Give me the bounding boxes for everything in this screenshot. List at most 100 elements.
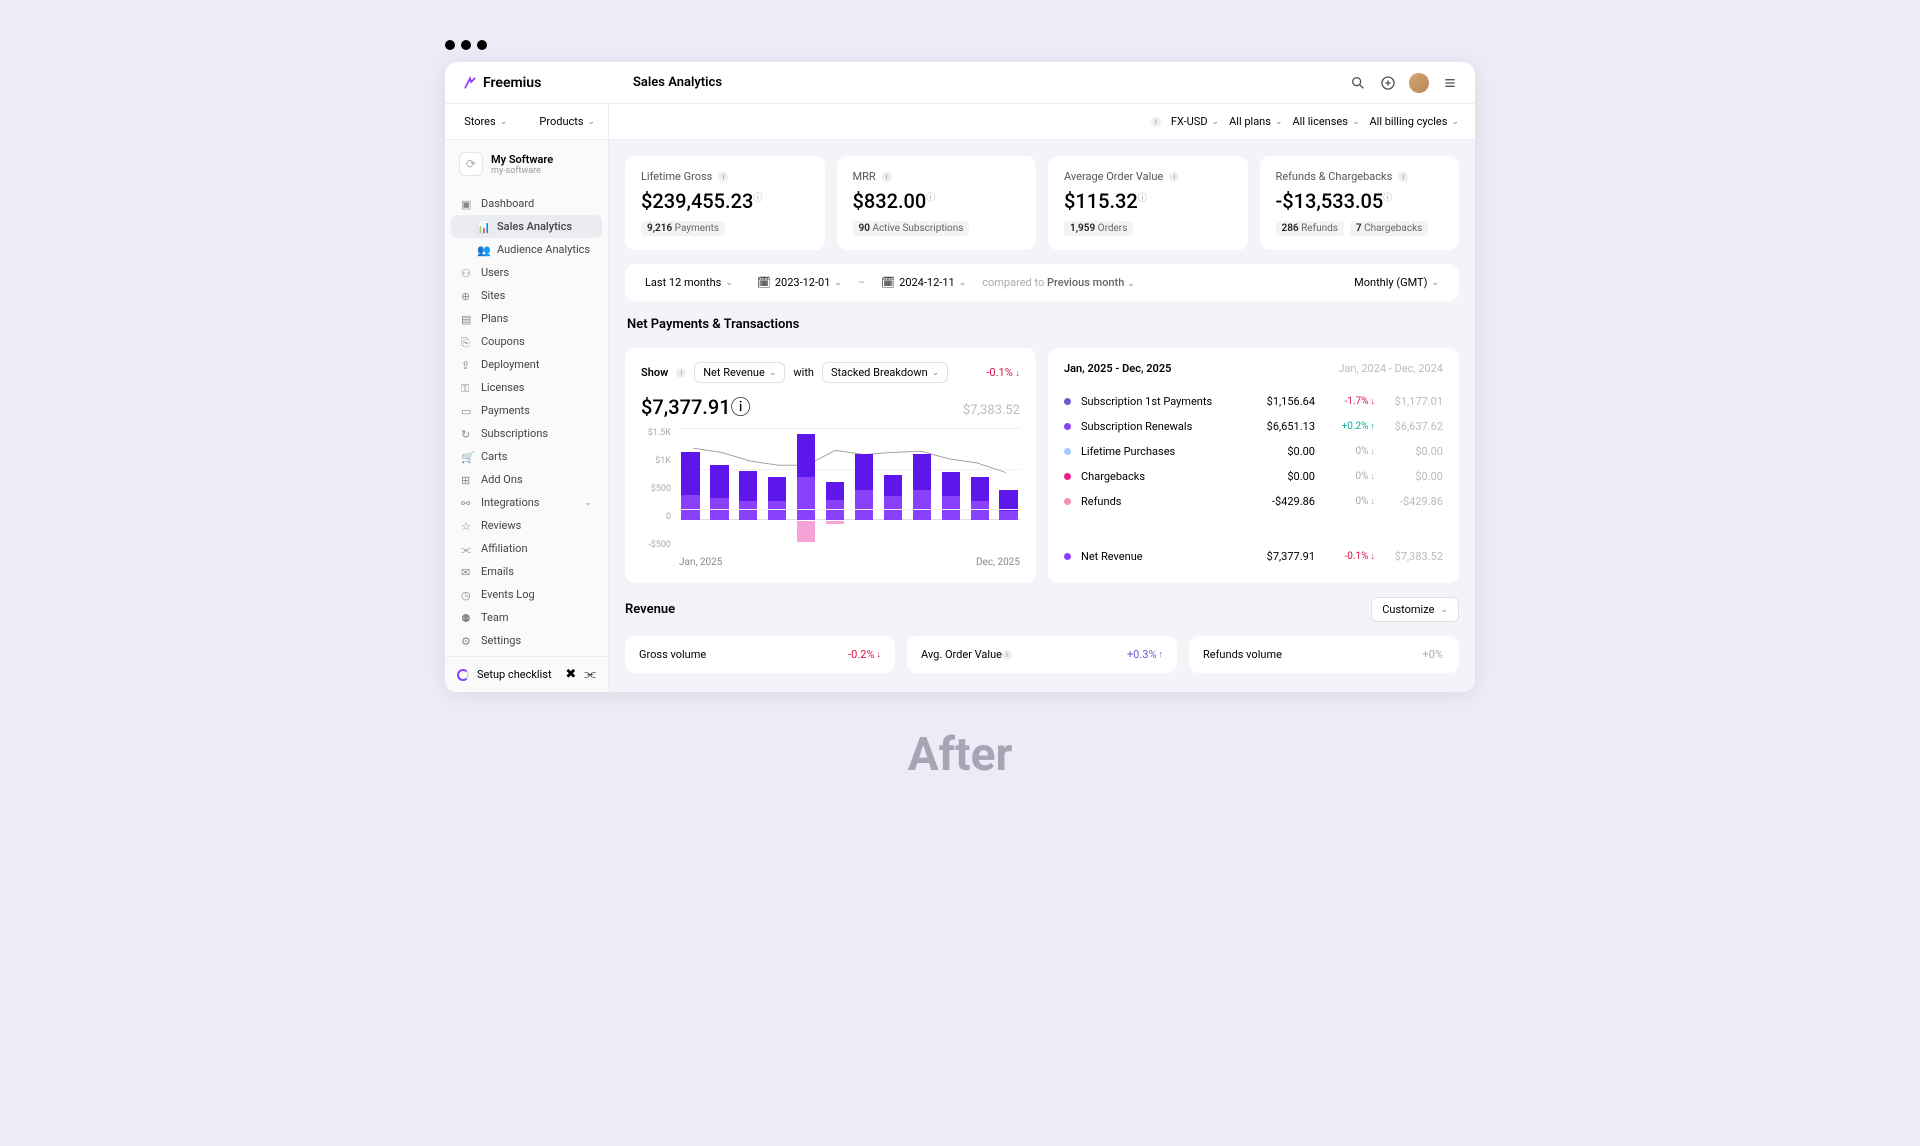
date-from[interactable]: 🗓2023-12-01⌄ xyxy=(749,272,850,293)
sidebar-item-settings[interactable]: ⚙Settings xyxy=(451,629,602,652)
breakdown-dropdown[interactable]: Stacked Breakdown⌄ xyxy=(822,362,948,383)
legend-pct: 0% ↓ xyxy=(1325,471,1375,482)
bar-slot xyxy=(708,429,731,550)
sidebar-item-payments[interactable]: ▭Payments xyxy=(451,399,602,422)
sidebar-item-deployment[interactable]: ⇪Deployment xyxy=(451,353,602,376)
granularity-dropdown[interactable]: Monthly (GMT)⌄ xyxy=(1346,272,1447,293)
legend-dot xyxy=(1064,448,1071,455)
legend-dot xyxy=(1064,498,1071,505)
chart-card-main: Show i Net Revenue⌄ with Stacked Breakdo… xyxy=(625,348,1036,583)
metric-dropdown[interactable]: Net Revenue⌄ xyxy=(694,362,785,383)
avatar[interactable] xyxy=(1409,73,1429,93)
revenue-card-delta: -0.2% ↓ xyxy=(848,648,881,661)
sidebar-item-licenses[interactable]: ⚿Licenses xyxy=(451,376,602,399)
revenue-card: Refunds volume+0% xyxy=(1189,636,1459,673)
revenue-title: Revenue xyxy=(625,602,675,617)
revenue-card: Avg. Order Value i +0.3% ↑ xyxy=(907,636,1177,673)
revenue-card-label: Avg. Order Value xyxy=(921,648,1002,661)
sidebar-item-add-ons[interactable]: ⊞Add Ons xyxy=(451,468,602,491)
software-selector[interactable]: ⟳ My Software my-software xyxy=(445,140,608,188)
share-icon[interactable]: ⫘ xyxy=(584,667,596,682)
info-icon[interactable]: i xyxy=(676,368,686,378)
y-axis-labels: $1.5K$1K$5000-$500 xyxy=(641,428,675,550)
sidebar-item-sales-analytics[interactable]: 📊Sales Analytics xyxy=(451,215,602,238)
kpi-value: $115.32ⓘ xyxy=(1064,189,1147,213)
kpi-row: Lifetime Gross i $239,455.23ⓘ 9,216 Paym… xyxy=(625,156,1459,250)
setup-checklist[interactable]: Setup checklist xyxy=(477,668,552,681)
kpi-label: Lifetime Gross i xyxy=(641,170,809,183)
bar-slot xyxy=(997,429,1020,550)
customize-button[interactable]: Customize⌄ xyxy=(1371,597,1459,622)
sidebar-item-integrations[interactable]: ⚯Integrations⌄ xyxy=(451,491,602,514)
stores-dropdown[interactable]: Stores⌄ xyxy=(445,115,527,128)
legend-total: Net Revenue $7,377.91 -0.1% ↓ $7,383.52 xyxy=(1064,544,1443,569)
info-icon[interactable]: i xyxy=(1398,172,1408,182)
grid-icon: ▣ xyxy=(461,198,473,210)
info-icon[interactable]: i xyxy=(882,172,892,182)
filter-plans[interactable]: All plans⌄ xyxy=(1229,115,1282,128)
kpi-card: Lifetime Gross i $239,455.23ⓘ 9,216 Paym… xyxy=(625,156,825,250)
filter-billing[interactable]: All billing cycles⌄ xyxy=(1370,115,1460,128)
section-net-title: Net Payments & Transactions xyxy=(625,315,1459,334)
info-icon[interactable]: i xyxy=(718,172,728,182)
sidebar-item-subscriptions[interactable]: ↻Subscriptions xyxy=(451,422,602,445)
info-icon[interactable]: i xyxy=(1151,117,1161,127)
sidebar-item-reviews[interactable]: ☆Reviews xyxy=(451,514,602,537)
sidebar-item-users[interactable]: ⚇Users xyxy=(451,261,602,284)
window-traffic-lights xyxy=(445,40,487,50)
legend-dot xyxy=(1064,423,1071,430)
revenue-card-delta: +0.3% ↑ xyxy=(1127,648,1163,661)
sidebar-item-carts[interactable]: 🛒Carts xyxy=(451,445,602,468)
sidebar-item-team[interactable]: ⚉Team xyxy=(451,606,602,629)
date-to[interactable]: 🗓2024-12-11⌄ xyxy=(873,272,974,293)
sidebar-item-label: Dashboard xyxy=(481,197,534,210)
sidebar-item-audience-analytics[interactable]: 👥Audience Analytics xyxy=(451,238,602,261)
info-icon[interactable]: i xyxy=(1002,650,1012,660)
products-dropdown[interactable]: Products⌄ xyxy=(527,115,609,128)
body: ⟳ My Software my-software ▣ Dashboard 📊Sal… xyxy=(445,140,1475,692)
sidebar-item-affiliation[interactable]: ⫘ Affiliation xyxy=(451,537,602,560)
filter-licenses[interactable]: All licenses⌄ xyxy=(1292,115,1359,128)
sidebar-item-plans[interactable]: ▤Plans xyxy=(451,307,602,330)
after-caption: After xyxy=(908,728,1013,782)
kpi-badge: 286 Refunds xyxy=(1276,221,1344,236)
subbar: Stores⌄ Products⌄ i FX-USD⌄ All plans⌄ A… xyxy=(445,104,1475,140)
kpi-card: Average Order Value i $115.32ⓘ 1,959 Ord… xyxy=(1048,156,1248,250)
bar-slot xyxy=(853,429,876,550)
legend-previous: -$429.86 xyxy=(1385,495,1443,508)
main-content: Lifetime Gross i $239,455.23ⓘ 9,216 Paym… xyxy=(609,140,1475,692)
info-icon[interactable]: i xyxy=(1169,172,1179,182)
help-icon[interactable]: ✖ xyxy=(565,667,576,682)
range-dropdown[interactable]: Last 12 months⌄ xyxy=(637,272,741,293)
legend-pct: +0.2% ↑ xyxy=(1325,421,1375,432)
compare-block[interactable]: compared to Previous month ⌄ xyxy=(982,276,1134,289)
bar-slot xyxy=(737,429,760,550)
sidebar-item-events-log[interactable]: ◷Events Log xyxy=(451,583,602,606)
search-icon[interactable] xyxy=(1349,74,1367,92)
sidebar-item-label: Affiliation xyxy=(481,542,528,555)
chart-delta: -0.1% ↓ xyxy=(986,366,1020,379)
legend-header: Jan, 2025 - Dec, 2025 Jan, 2024 - Dec, 2… xyxy=(1064,362,1443,375)
card-icon: ▭ xyxy=(461,405,473,417)
sidebar-item-label: Users xyxy=(481,266,509,279)
legend-row: Net Revenue $7,377.91 -0.1% ↓ $7,383.52 xyxy=(1064,544,1443,569)
filter-fx[interactable]: FX-USD⌄ xyxy=(1171,115,1219,128)
legend-list: Subscription 1st Payments $1,156.64 -1.7… xyxy=(1064,389,1443,514)
kpi-badge: 90 Active Subscriptions xyxy=(853,221,970,236)
add-icon[interactable] xyxy=(1379,74,1397,92)
menu-icon[interactable] xyxy=(1441,74,1459,92)
sidebar-item-label: Team xyxy=(481,611,509,624)
kpi-value: $239,455.23ⓘ xyxy=(641,189,762,213)
layers-icon: ▤ xyxy=(461,313,473,325)
chart-total: $7,377.91ⓘ $7,383.52 xyxy=(641,391,1020,420)
kpi-card: MRR i $832.00ⓘ 90 Active Subscriptions xyxy=(837,156,1037,250)
sidebar-item-coupons[interactable]: ⎘Coupons xyxy=(451,330,602,353)
sidebar-item-sites[interactable]: ⊕Sites xyxy=(451,284,602,307)
bar-slot xyxy=(939,429,962,550)
link-icon: ⫘ xyxy=(461,543,473,555)
sidebar-item-dashboard[interactable]: ▣ Dashboard xyxy=(451,192,602,215)
sidebar-item-emails[interactable]: ✉Emails xyxy=(451,560,602,583)
show-label: Show xyxy=(641,366,668,379)
page-title: Sales Analytics xyxy=(609,75,1349,90)
legend-previous: $0.00 xyxy=(1385,445,1443,458)
